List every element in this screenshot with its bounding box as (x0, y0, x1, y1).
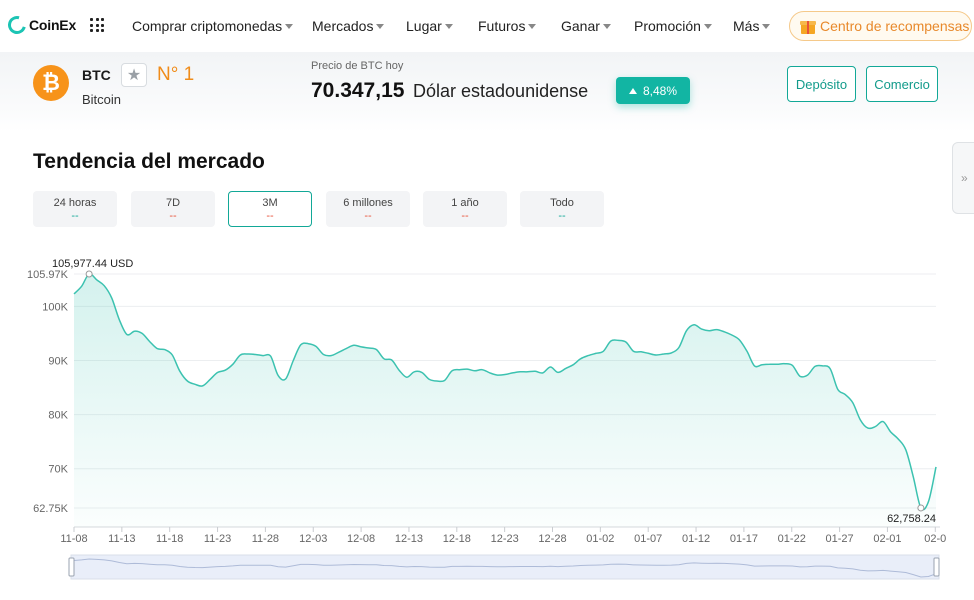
x-tick-label: 01-02 (586, 533, 614, 545)
gift-icon (800, 18, 816, 34)
tab-1-año[interactable]: 1 año -- (423, 191, 507, 227)
nav-comprar-criptomonedas[interactable]: Comprar criptomonedas (132, 18, 294, 34)
x-tick-label: 12-18 (443, 533, 471, 545)
chevron-down-icon (602, 24, 611, 29)
double-chevron-right-icon: » (961, 171, 968, 185)
tab-change-value: -- (169, 210, 177, 222)
x-tick-label: 02-01 (873, 533, 901, 545)
apps-grid-icon[interactable] (90, 18, 104, 32)
price-label: Precio de BTC hoy (311, 60, 404, 72)
price-chart-svg: 105.97K 100K 90K 80K 70K 62.75K 11-08 11-13 11-1… (27, 258, 946, 580)
range-handle-left[interactable] (68, 557, 75, 577)
x-tick-label: 11-13 (108, 533, 135, 545)
trade-button[interactable]: Comercio (866, 66, 938, 102)
coin-rank: N° 1 (157, 64, 195, 85)
min-price-label: 62,758.24 (887, 513, 936, 525)
nav-lugar[interactable]: Lugar (406, 18, 453, 34)
market-trend-title: Tendencia del mercado (33, 150, 265, 173)
max-point-marker (85, 270, 93, 278)
favorite-button[interactable]: ★ (121, 63, 147, 87)
bitcoin-icon: ₿ (33, 65, 69, 101)
nav-label: Más (733, 18, 760, 34)
nav-promocion[interactable]: Promoción (634, 18, 712, 34)
tab-change-value: -- (558, 210, 566, 222)
price-change-value: 8,48% (642, 83, 678, 98)
deposit-button[interactable]: Depósito (787, 66, 856, 102)
y-tick-label: 70K (48, 464, 68, 476)
tab-label: Todo (550, 197, 574, 209)
coin-name: Bitcoin (82, 92, 122, 107)
max-price-label: 105,977.44 USD (52, 258, 133, 270)
tab-label: 3M (262, 197, 278, 209)
min-point-marker (917, 504, 925, 512)
x-tick-label: 12-28 (538, 533, 566, 545)
arrow-up-icon (628, 87, 637, 94)
x-tick-label: 01-12 (682, 533, 710, 545)
tab-label: 6 millones (343, 197, 393, 209)
price-chart: 105.97K 100K 90K 80K 70K 62.75K 11-08 11-13 11-1… (0, 240, 974, 600)
tab-change-value: -- (461, 210, 469, 222)
logo-text: CoinEx (29, 17, 77, 33)
price-unit: Dólar estadounidense (413, 81, 589, 101)
price-change-badge: 8,48% (616, 77, 690, 104)
tab-change-value: -- (364, 210, 372, 222)
tab-7d[interactable]: 7D -- (131, 191, 215, 227)
tab-label: 1 año (451, 197, 479, 209)
x-tick-label: 01-07 (634, 533, 662, 545)
x-tick-label: 11-18 (156, 533, 183, 545)
tab-3m[interactable]: 3M -- (228, 191, 312, 227)
tab-change-value: -- (266, 210, 274, 222)
side-panel-toggle[interactable]: » (952, 142, 974, 214)
chevron-down-icon (376, 24, 385, 29)
nav-label: Futuros (478, 18, 526, 34)
y-tick-label: 100K (42, 301, 68, 313)
x-tick-label: 01-27 (826, 533, 854, 545)
tab-change-value: -- (71, 210, 79, 222)
chevron-down-icon (285, 24, 294, 29)
x-tick-label: 11-08 (60, 533, 87, 545)
x-tick-label: 12-03 (299, 533, 327, 545)
tab-label: 24 horas (53, 197, 97, 209)
range-handle-right[interactable] (933, 557, 940, 577)
price-area (74, 273, 936, 527)
coinex-logo-icon (4, 12, 30, 38)
tab-6-millones[interactable]: 6 millones -- (326, 191, 410, 227)
nav-ganar[interactable]: Ganar (561, 18, 611, 34)
nav-label: Promoción (634, 18, 701, 34)
x-tick-label: 11-28 (252, 533, 279, 545)
coin-symbol: BTC (82, 67, 111, 83)
nav-label: Mercados (312, 18, 374, 34)
x-tick-label: 12-13 (395, 533, 423, 545)
rewards-center-button[interactable]: Centro de recompensas (789, 11, 972, 41)
x-tick-label: 01-22 (778, 533, 806, 545)
y-tick-label: 105.97K (27, 269, 69, 281)
price-value: 70.347,15 (311, 79, 405, 102)
coinex-logo[interactable]: CoinEx (4, 12, 77, 38)
nav-label: Ganar (561, 18, 600, 34)
y-tick-label: 90K (48, 355, 68, 367)
y-tick-label: 80K (48, 410, 68, 422)
top-nav: CoinEx Comprar criptomonedas Mercados Lu… (0, 0, 974, 52)
x-tick-label: 01-17 (730, 533, 758, 545)
chevron-down-icon (703, 24, 712, 29)
nav-label: Lugar (406, 18, 442, 34)
nav-futuros[interactable]: Futuros (478, 18, 537, 34)
tab-label: 7D (165, 197, 181, 209)
tab-24-horas[interactable]: 24 horas -- (33, 191, 117, 227)
nav-mercados[interactable]: Mercados (312, 18, 385, 34)
chevron-down-icon (444, 24, 453, 29)
nav-mas[interactable]: Más (733, 18, 771, 34)
x-tick-label: 12-08 (347, 533, 375, 545)
chevron-down-icon (762, 24, 771, 29)
x-tick-label: 12-23 (491, 533, 519, 545)
chevron-down-icon (528, 24, 537, 29)
y-tick-label: 62.75K (33, 503, 69, 515)
tab-todo[interactable]: Todo -- (520, 191, 604, 227)
rewards-label: Centro de recompensas (820, 18, 970, 34)
nav-label: Comprar criptomonedas (132, 18, 283, 34)
x-tick-label: 11-23 (204, 533, 231, 545)
x-tick-label: 02-0 (924, 533, 946, 545)
star-icon: ★ (126, 67, 142, 84)
